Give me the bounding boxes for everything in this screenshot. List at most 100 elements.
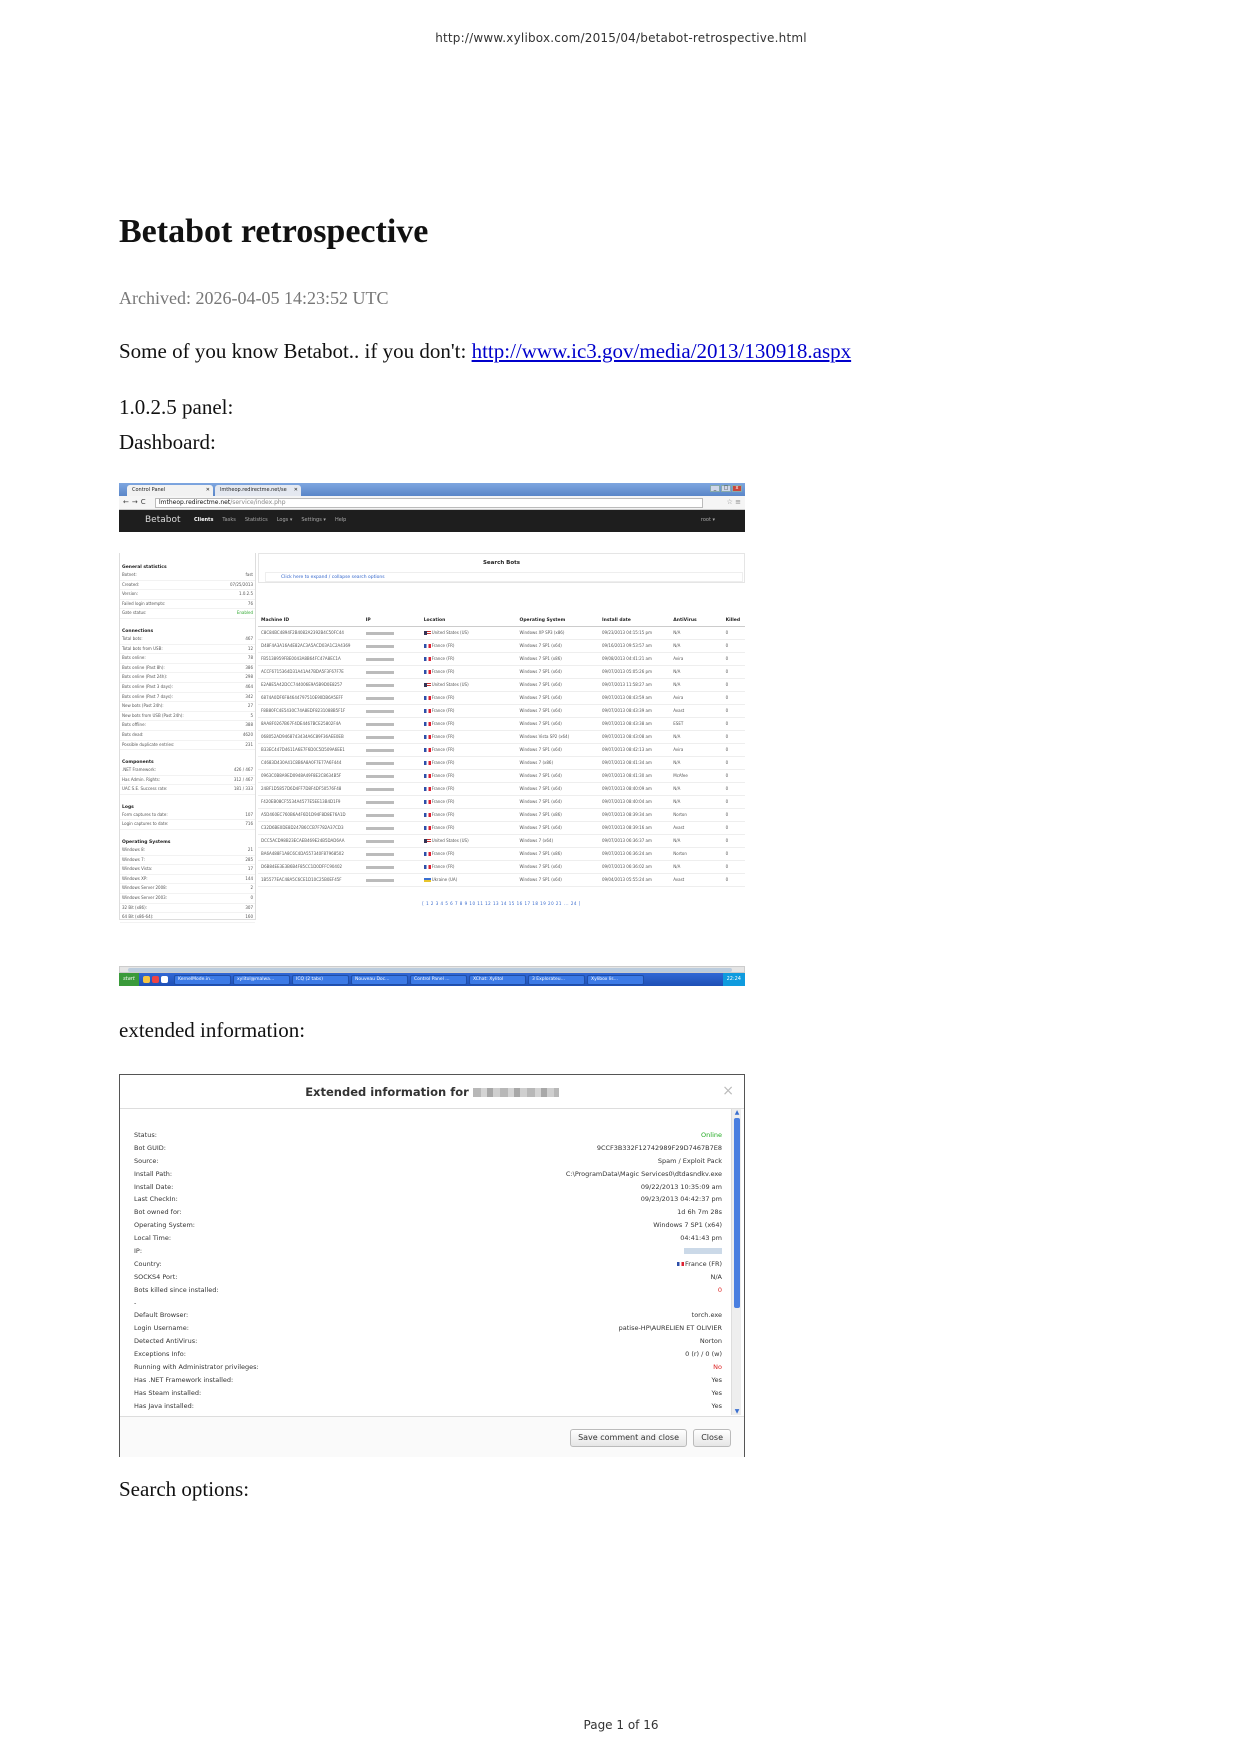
- url-field[interactable]: lmtheop.redirectme.net/service/index.php: [155, 498, 703, 508]
- taskbar-item[interactable]: Control Panel ...: [410, 974, 467, 985]
- flag-icon: [676, 1261, 684, 1266]
- column-header[interactable]: IP: [362, 616, 421, 627]
- nav-arrows-icon[interactable]: ←→C: [123, 498, 149, 506]
- stat-label: Windows 7:: [122, 856, 146, 862]
- os-cell: Windows 7 SP1 (x64): [516, 821, 599, 835]
- horizontal-scrollbar[interactable]: [119, 966, 745, 973]
- taskbar-item[interactable]: ICQ (2 tabs): [292, 974, 349, 985]
- panel-brand[interactable]: Betabot: [145, 515, 181, 525]
- column-header[interactable]: Install date: [598, 616, 671, 627]
- menu-item-help[interactable]: Help: [335, 517, 346, 523]
- scroll-up-icon[interactable]: ▲: [733, 1109, 741, 1116]
- maximize-icon[interactable]: □: [721, 485, 731, 492]
- location-cell: France (FR): [420, 847, 517, 861]
- menu-item-statistics[interactable]: Statistics: [245, 517, 268, 523]
- table-row[interactable]: 8AA8F0267B67F4DE4467BCE25802F4A France (F…: [258, 717, 745, 731]
- info-label: Detected AntiVirus:: [134, 1337, 198, 1346]
- flag-icon: [423, 813, 431, 817]
- scrollbar-thumb[interactable]: [128, 968, 732, 972]
- table-row[interactable]: 068052AD9468743434A6C89F36AEE0EB France (…: [258, 730, 745, 744]
- location-cell: France (FR): [420, 691, 517, 705]
- table-row[interactable]: A5D460EC760B6A4F6D1D94F8D8E76A1D France (…: [258, 808, 745, 822]
- location-text: France (FR): [431, 695, 455, 700]
- taskbar-item[interactable]: KernelMode.in...: [174, 974, 231, 985]
- table-row[interactable]: C32D6BE0DE8D247B6CCB7F782A37CD3 France (F…: [258, 821, 745, 835]
- table-row[interactable]: C8C84BC4894F2B4082A2392B4C50FC44 United S…: [258, 626, 745, 640]
- table-row[interactable]: E2A8E5A42DCC744006E9A5B9D0E8257 United St…: [258, 678, 745, 692]
- close-window-icon[interactable]: x: [732, 485, 742, 492]
- ip-cell: [362, 769, 421, 783]
- info-value: Yes: [711, 1401, 723, 1410]
- table-row[interactable]: BA6A488F1A8C6C4DA557340F87968502 France (…: [258, 847, 745, 861]
- table-row[interactable]: 0963C0B8A9ED0948A49F8E2C8634B5F France (F…: [258, 769, 745, 783]
- extended-info-list: Status: Online Bot GUID: 9CCF3B332F12742989…: [134, 1129, 722, 1416]
- star-icon[interactable]: ☆ ≡: [727, 498, 741, 506]
- browser-tab[interactable]: lmtheop.redirectme.net/se ✕: [215, 485, 301, 496]
- start-button[interactable]: start: [119, 973, 139, 986]
- table-row[interactable]: D48F4A3A16A4E82AC3A5ACD03A1C2A4369 France…: [258, 639, 745, 653]
- table-row[interactable]: B33EC447D4611A6E7F6D0C5D509A6EE1 France (…: [258, 743, 745, 757]
- os-cell: Windows 7 SP1 (x64): [516, 873, 599, 887]
- antivirus-cell: Norton: [670, 808, 723, 822]
- taskbar-item[interactable]: Xylibox lis...: [587, 974, 644, 985]
- table-row[interactable]: 6874A0DF6F84644797510E90DB6A5EFF France (…: [258, 691, 745, 705]
- menu-item-logs[interactable]: Logs ▾: [277, 517, 293, 523]
- table-row[interactable]: F8B80FC4E5430C74A8EDF8231088B5F1F France …: [258, 704, 745, 718]
- taskbar-item[interactable]: Nouveau Doc...: [351, 974, 408, 985]
- scrollbar-thumb[interactable]: [734, 1118, 740, 1308]
- taskbar-item[interactable]: 3 Explorateu...: [528, 974, 585, 985]
- column-header[interactable]: Killed: [722, 616, 745, 627]
- ip-cell: [362, 704, 421, 718]
- expand-search-link[interactable]: Click here to expand / collapse search o…: [265, 572, 743, 582]
- info-label: Default Browser:: [134, 1311, 189, 1320]
- table-row[interactable]: F420EB08CF5534A4577E5EE13B4D1F9 France (F…: [258, 795, 745, 809]
- menu-item-tasks[interactable]: Tasks: [222, 517, 235, 523]
- install-date-cell: 09/07/2013 06:36:37 am: [598, 834, 671, 848]
- save-comment-button[interactable]: Save comment and close: [570, 1429, 687, 1447]
- column-header[interactable]: Location: [420, 616, 517, 627]
- table-row[interactable]: DCC5ACD98B23ECAEB469E24B5DAD6AA United St…: [258, 834, 745, 848]
- location-text: France (FR): [431, 643, 455, 648]
- table-row[interactable]: D6B84EE3E3B6B4F85CC1D0DFFC90402 France (F…: [258, 860, 745, 874]
- info-value: No: [713, 1363, 722, 1372]
- menu-item-clients[interactable]: Clients: [194, 517, 213, 523]
- machine-id-cell: D48F4A3A16A4E82AC3A5ACD03A1C2A4369: [258, 639, 363, 653]
- folder-icon[interactable]: [143, 976, 150, 983]
- flag-icon: [423, 852, 431, 856]
- location-text: France (FR): [431, 773, 455, 778]
- taskbar-item[interactable]: xylitol@malwa...: [233, 974, 290, 985]
- app-icon[interactable]: [161, 976, 168, 983]
- table-row[interactable]: 1B5577EAC48A5C6CE1D10C25B0EF45F Ukraine (…: [258, 873, 745, 887]
- tab-close-icon[interactable]: ✕: [294, 487, 298, 493]
- close-button[interactable]: Close: [693, 1429, 731, 1447]
- app-icon[interactable]: [152, 976, 159, 983]
- table-row[interactable]: ACCF6715364D31A41A47BDA5F3F67F7E France (…: [258, 665, 745, 679]
- ic3-link[interactable]: http://www.ic3.gov/media/2013/130918.asp…: [472, 339, 852, 363]
- column-header[interactable]: AntiVirus: [670, 616, 723, 627]
- os-cell: Windows 7 SP1 (x64): [516, 769, 599, 783]
- browser-tab[interactable]: Control Panel ✕: [127, 485, 213, 496]
- close-icon[interactable]: ×: [722, 1083, 734, 1099]
- info-label: Last CheckIn:: [134, 1195, 178, 1204]
- tab-close-icon[interactable]: ✕: [206, 487, 210, 493]
- column-header[interactable]: Machine ID: [258, 616, 363, 627]
- info-label: Has Java installed:: [134, 1401, 194, 1410]
- pagination[interactable]: [ 1 2 3 4 5 6 7 8 9 10 11 12 13 14 15 16…: [258, 901, 745, 906]
- table-row[interactable]: FB5138959FBE0043A8B64FC47A8EC1A France (F…: [258, 652, 745, 666]
- table-row[interactable]: 24BF1D5857D6D4FF7D8F4DF50576F48 France (F…: [258, 782, 745, 796]
- install-date-cell: 09/07/2013 06:36:02 am: [598, 860, 671, 874]
- user-menu[interactable]: root ▾: [701, 517, 715, 523]
- menu-item-settings[interactable]: Settings ▾: [301, 517, 326, 523]
- location-cell: France (FR): [420, 717, 517, 731]
- taskbar-item[interactable]: XChat: Xylitol: [469, 974, 526, 985]
- stat-label: Gate status:: [122, 610, 147, 616]
- stat-label: .NET Framework:: [122, 767, 156, 773]
- vertical-scrollbar[interactable]: ▲ ▼: [731, 1109, 741, 1415]
- column-header[interactable]: Operating System: [516, 616, 599, 627]
- scroll-down-icon[interactable]: ▼: [733, 1408, 741, 1415]
- stat-label: Form captures to date:: [122, 811, 168, 817]
- minimize-icon[interactable]: _: [710, 485, 720, 492]
- killed-cell: 0: [722, 665, 745, 679]
- antivirus-cell: McAfee: [670, 769, 723, 783]
- table-row[interactable]: C4683D430A41C8B6A8A0F7E77A6F444 France (F…: [258, 756, 745, 770]
